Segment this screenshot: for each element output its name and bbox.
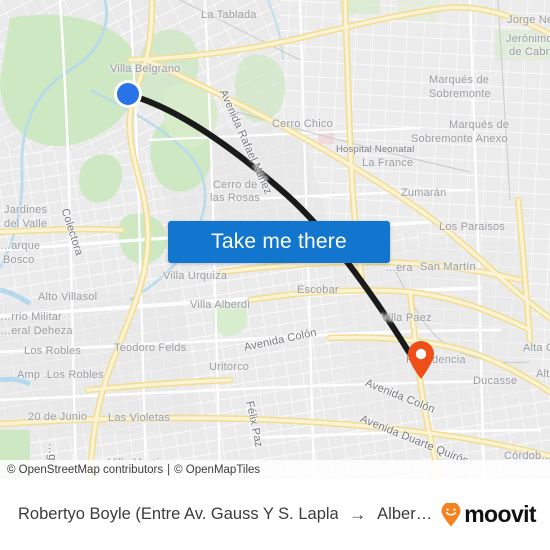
attribution-separator: |	[167, 463, 171, 476]
origin-marker[interactable]	[117, 83, 139, 105]
map-attribution: © OpenStreetMap contributors | © OpenMap…	[0, 460, 550, 479]
map-pin-icon	[408, 341, 434, 379]
moovit-logo[interactable]: moovit	[440, 501, 537, 528]
moovit-wordmark: moovit	[464, 501, 536, 527]
osm-attribution-link[interactable]: © OpenStreetMap contributors	[7, 464, 163, 476]
trip-footer-bar: Robertyo Boyle (Entre Av. Gauss Y S. Lap…	[0, 479, 550, 550]
destination-marker[interactable]	[406, 340, 436, 380]
openmaptiles-attribution-link[interactable]: © OpenMapTiles	[174, 464, 260, 476]
take-me-there-button[interactable]: Take me there	[168, 221, 390, 263]
origin-station-label: Robertyo Boyle (Entre Av. Gauss Y S. Lap…	[18, 505, 339, 523]
moovit-trip-map-screen: La TabladaJorge Ne…Jerónimode Cabr…Villa…	[0, 0, 550, 550]
destination-station-label: Alber…	[377, 505, 433, 523]
moovit-pin-icon	[441, 502, 461, 526]
arrow-right-icon: →	[349, 504, 367, 524]
map-canvas[interactable]: La TabladaJorge Ne…Jerónimode Cabr…Villa…	[0, 0, 550, 479]
